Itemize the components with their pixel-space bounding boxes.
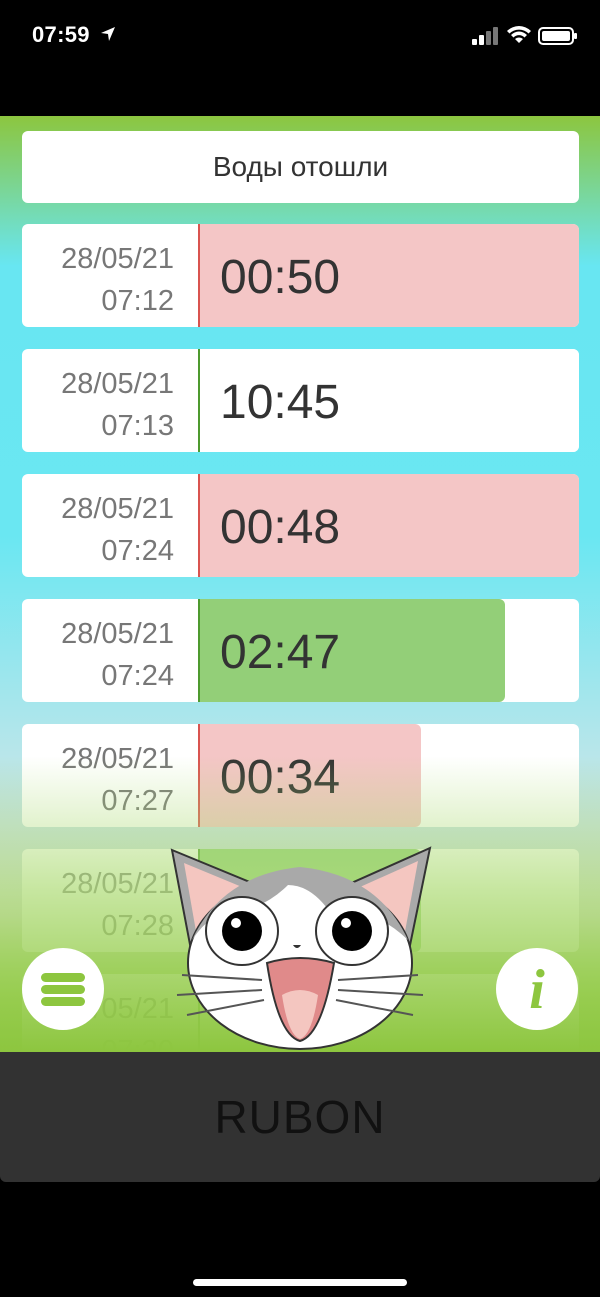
contraction-row[interactable]: 28/05/21 07:24 02:47: [22, 599, 579, 702]
status-time: 07:59: [32, 22, 90, 47]
row-time: 07:13: [101, 410, 174, 442]
event-title: Воды отошли: [22, 131, 579, 203]
footer-banner: RUBON: [0, 1052, 600, 1182]
row-timestamp: 28/05/21 07:24: [22, 613, 174, 697]
duration-label: 10:45: [220, 376, 341, 429]
duration-label: 00:50: [220, 251, 341, 304]
status-bar: 07:59: [0, 0, 600, 70]
footer-title: RUBON: [214, 1091, 386, 1143]
contraction-row[interactable]: 28/05/21 07:12 00:50: [22, 224, 579, 327]
wifi-icon: [507, 26, 531, 43]
cellular-signal-icon: [472, 27, 498, 45]
duration-label: 00:48: [220, 501, 341, 554]
row-timestamp: 28/05/21 07:24: [22, 488, 174, 572]
row-time: 07:24: [101, 660, 174, 692]
contraction-row[interactable]: 28/05/21 07:13 10:45: [22, 349, 579, 452]
row-timestamp: 28/05/21 07:13: [22, 363, 174, 447]
row-time: 07:24: [101, 535, 174, 567]
contraction-row[interactable]: 28/05/21 07:24 00:48: [22, 474, 579, 577]
home-indicator[interactable]: [193, 1279, 407, 1286]
row-date: 28/05/21: [61, 493, 174, 525]
info-button[interactable]: i: [496, 948, 578, 1030]
row-timestamp: 28/05/21 07:12: [22, 238, 174, 322]
row-time: 07:12: [101, 285, 174, 317]
duration-label: 02:47: [220, 626, 341, 679]
row-date: 28/05/21: [61, 368, 174, 400]
menu-button[interactable]: [22, 948, 104, 1030]
cat-mascot-icon[interactable]: [162, 845, 438, 1050]
battery-icon: [538, 27, 577, 45]
row-date: 28/05/21: [61, 243, 174, 275]
location-arrow-icon: [101, 27, 115, 41]
row-date: 28/05/21: [61, 618, 174, 650]
